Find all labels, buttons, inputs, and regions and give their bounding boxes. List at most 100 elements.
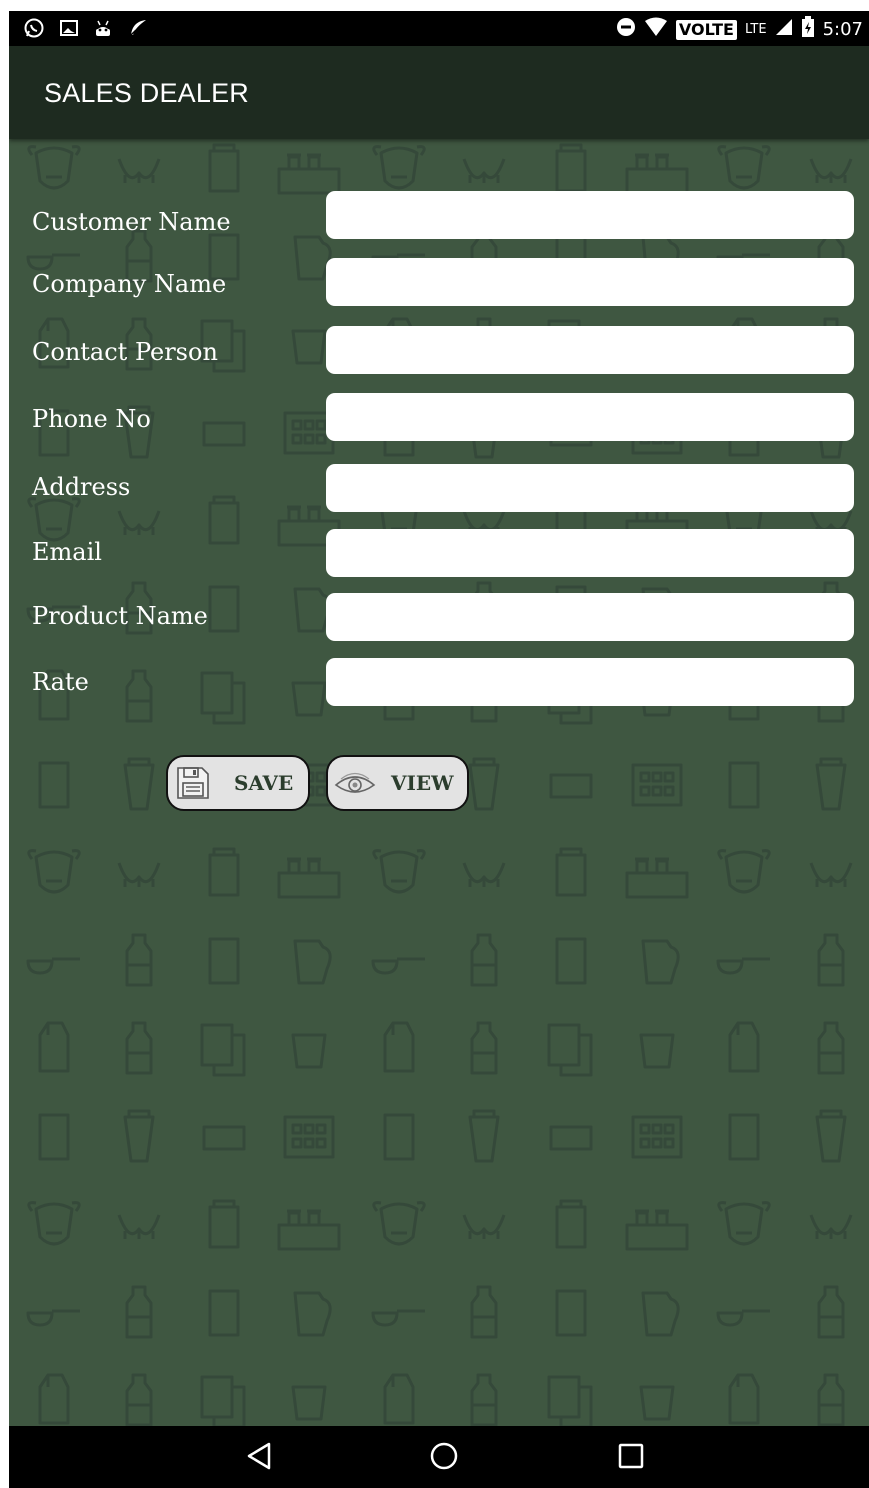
phone-no-label: Phone No <box>32 405 151 433</box>
pattern-icon <box>728 761 760 809</box>
pattern-icon <box>555 143 587 193</box>
pattern-icon <box>277 153 341 195</box>
rate-input[interactable] <box>326 658 854 706</box>
pattern-icon <box>371 957 425 975</box>
pattern-icon <box>547 1023 593 1077</box>
company-name-input[interactable] <box>326 258 854 306</box>
pattern-icon <box>817 1373 845 1426</box>
pattern-icon <box>371 1309 425 1327</box>
pattern-icon <box>293 939 332 985</box>
pattern-icon <box>462 1214 506 1239</box>
pattern-icon <box>470 1285 498 1339</box>
feather-icon <box>127 17 149 39</box>
pattern-icon <box>716 957 770 975</box>
contact-person-input[interactable] <box>326 326 854 374</box>
pattern-icon <box>372 1201 426 1246</box>
navigation-bar <box>9 1426 869 1488</box>
customer-name-input[interactable] <box>326 191 854 239</box>
phone-screen: VOLTE LTE 5:07 SALES DEALER Customer Nam… <box>9 11 869 1488</box>
pattern-icon <box>27 1201 81 1246</box>
pattern-icon <box>716 1309 770 1327</box>
pattern-icon <box>372 849 426 894</box>
pattern-icon <box>641 939 680 985</box>
pattern-icon <box>728 1113 760 1161</box>
pattern-icon <box>631 1115 683 1159</box>
pattern-icon <box>625 153 689 195</box>
pattern-icon <box>27 145 81 190</box>
form-row-phone-no: Phone No <box>9 393 869 443</box>
volte-badge: VOLTE <box>675 19 737 40</box>
pattern-icon <box>125 1021 153 1075</box>
pattern-icon <box>462 862 506 887</box>
address-label: Address <box>32 473 131 501</box>
pattern-icon <box>809 1214 853 1239</box>
pattern-icon <box>208 1289 240 1337</box>
pattern-icon <box>625 1209 689 1251</box>
form-row-product-name: Product Name <box>9 593 869 643</box>
pattern-icon <box>38 1113 70 1161</box>
pattern-icon <box>717 849 771 894</box>
status-bar: VOLTE LTE 5:07 <box>9 11 869 46</box>
form-row-address: Address <box>9 464 869 514</box>
pattern-icon <box>468 1109 500 1163</box>
image-icon <box>59 18 79 38</box>
wifi-icon <box>644 17 668 42</box>
pattern-icon <box>815 1109 847 1163</box>
pattern-icon <box>817 933 845 987</box>
view-button[interactable]: VIEW <box>326 755 469 811</box>
home-icon[interactable] <box>429 1441 459 1475</box>
phone-no-input[interactable] <box>326 393 854 441</box>
email-label: Email <box>32 538 102 566</box>
pattern-icon <box>468 757 500 811</box>
pattern-icon <box>641 1291 680 1337</box>
pattern-icon <box>125 933 153 987</box>
pattern-icon <box>291 1385 327 1421</box>
pattern-icon <box>208 937 240 985</box>
pattern-icon <box>555 1199 587 1249</box>
pattern-icon <box>208 143 240 193</box>
pattern-icon <box>817 1021 845 1075</box>
pattern-icon <box>470 1373 498 1426</box>
pattern-icon <box>555 1289 587 1337</box>
pattern-icon <box>728 1021 760 1073</box>
contact-person-label: Contact Person <box>32 338 218 366</box>
save-button[interactable]: SAVE <box>166 755 310 811</box>
clock: 5:07 <box>822 19 863 40</box>
pattern-icon <box>809 158 853 183</box>
do-not-disturb-icon <box>616 17 636 42</box>
pattern-icon <box>809 862 853 887</box>
pattern-icon <box>383 1113 415 1161</box>
back-icon[interactable] <box>245 1441 273 1475</box>
pattern-icon <box>38 1373 70 1425</box>
customer-name-label: Customer Name <box>32 208 231 236</box>
pattern-icon <box>815 757 847 811</box>
address-input[interactable] <box>326 464 854 512</box>
pattern-icon <box>26 957 80 975</box>
product-name-input[interactable] <box>326 593 854 641</box>
pattern-icon <box>728 1373 760 1425</box>
pattern-icon <box>547 1375 593 1426</box>
pattern-icon <box>383 1373 415 1425</box>
signal-icon <box>775 18 793 41</box>
pattern-icon <box>291 1033 327 1069</box>
pattern-icon <box>383 1021 415 1073</box>
pattern-icon <box>639 1385 675 1421</box>
pattern-icon <box>717 1201 771 1246</box>
pattern-icon <box>125 1373 153 1426</box>
pattern-icon <box>549 773 593 799</box>
pattern-icon <box>372 145 426 190</box>
network-type: LTE <box>744 22 767 37</box>
company-name-label: Company Name <box>32 270 227 298</box>
pattern-icon <box>283 1115 335 1159</box>
rate-label: Rate <box>32 668 89 696</box>
pattern-icon <box>555 937 587 985</box>
pattern-icon <box>27 849 81 894</box>
pattern-icon <box>470 1021 498 1075</box>
email-input[interactable] <box>326 529 854 577</box>
recents-icon[interactable] <box>617 1441 645 1475</box>
page-title: SALES DEALER <box>44 78 249 108</box>
pattern-icon <box>38 1021 70 1073</box>
form-row-customer-name: Customer Name <box>9 191 869 241</box>
form-row-contact-person: Contact Person <box>9 326 869 376</box>
pattern-icon <box>123 757 155 811</box>
